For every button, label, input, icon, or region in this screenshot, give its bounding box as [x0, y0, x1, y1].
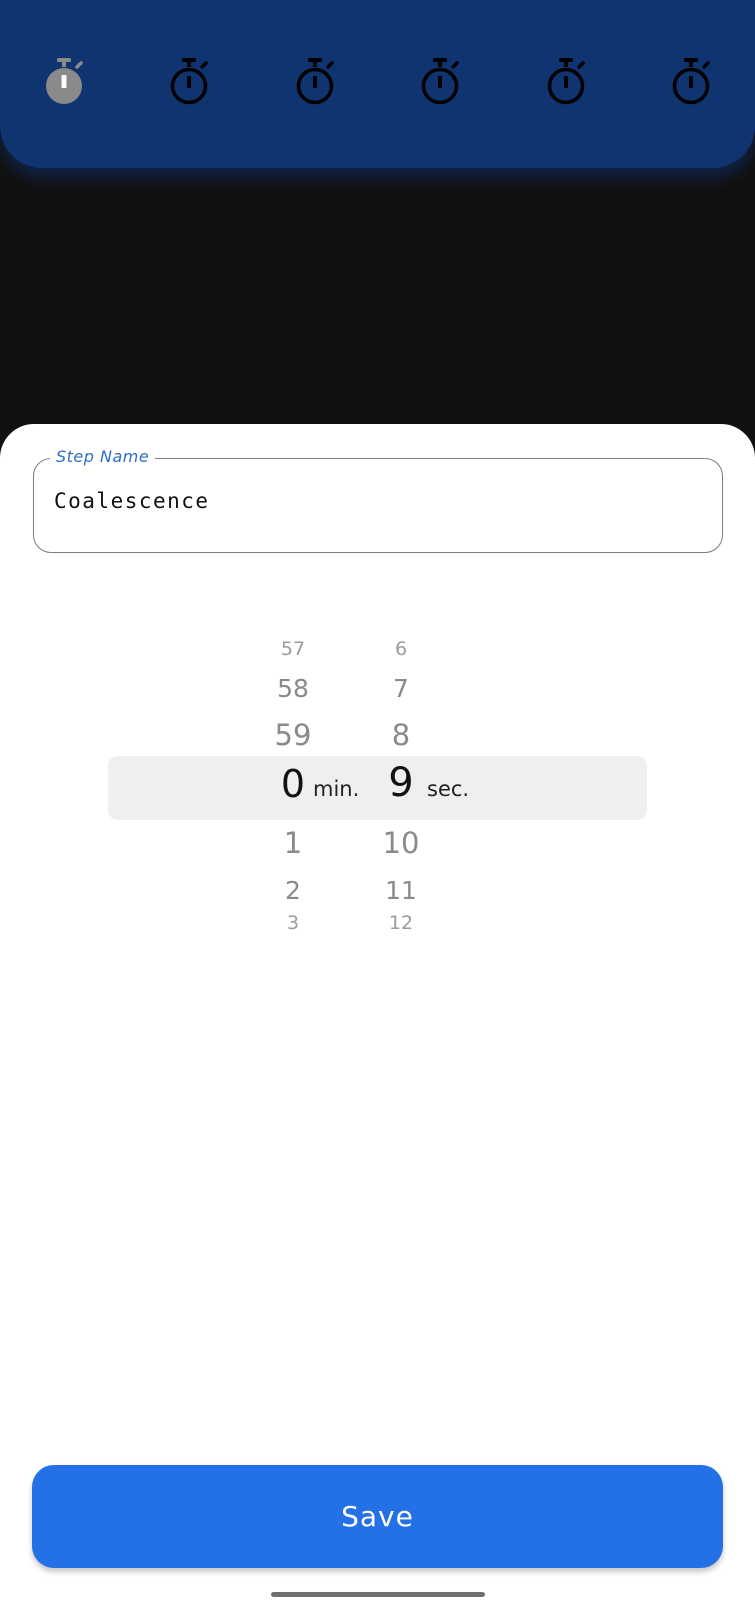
- minutes-option[interactable]: 1: [248, 826, 338, 860]
- stopwatch-icon: [171, 58, 209, 105]
- stopwatch-tab-bar: [0, 0, 755, 168]
- app-screen: Step Name Coalescence 57 58 59 0 1 2 3 m…: [0, 0, 755, 1600]
- stopwatch-icon: [421, 58, 459, 105]
- minutes-option[interactable]: 59: [248, 718, 338, 752]
- minutes-option[interactable]: 2: [248, 876, 338, 905]
- seconds-option[interactable]: 6: [356, 638, 446, 660]
- stopwatch-icon: [296, 58, 334, 105]
- minutes-option[interactable]: 3: [248, 912, 338, 934]
- stopwatch-icon: [672, 58, 710, 105]
- seconds-unit: sec.: [427, 777, 470, 801]
- step-name-label: Step Name: [50, 447, 156, 466]
- stopwatch-icon: [547, 58, 585, 105]
- stopwatch-icon-2[interactable]: [167, 55, 211, 107]
- gesture-handle: [271, 1592, 485, 1597]
- stopwatch-icon-1[interactable]: [42, 55, 86, 107]
- minutes-option[interactable]: 57: [248, 638, 338, 660]
- stopwatch-icon-5[interactable]: [544, 55, 588, 107]
- seconds-option[interactable]: 10: [356, 826, 446, 860]
- seconds-option[interactable]: 11: [356, 876, 446, 905]
- stopwatch-icon-3[interactable]: [293, 55, 337, 107]
- seconds-option[interactable]: 12: [356, 912, 446, 934]
- stopwatch-icon: [46, 58, 83, 104]
- bottom-sheet: Step Name Coalescence 57 58 59 0 1 2 3 m…: [0, 424, 755, 1600]
- save-button-label: Save: [341, 1500, 414, 1533]
- stopwatch-icon-6[interactable]: [669, 55, 713, 107]
- seconds-option[interactable]: 8: [356, 718, 446, 752]
- duration-picker[interactable]: 57 58 59 0 1 2 3 min. 6 7 8 9 10 11 12 s…: [0, 610, 755, 950]
- minutes-unit: min.: [313, 777, 360, 801]
- step-name-input[interactable]: Coalescence: [54, 489, 210, 513]
- minutes-option[interactable]: 58: [248, 674, 338, 703]
- save-button[interactable]: Save: [32, 1465, 723, 1568]
- seconds-option[interactable]: 7: [356, 674, 446, 703]
- stopwatch-icon-4[interactable]: [418, 55, 462, 107]
- step-name-field[interactable]: Step Name Coalescence: [33, 447, 723, 553]
